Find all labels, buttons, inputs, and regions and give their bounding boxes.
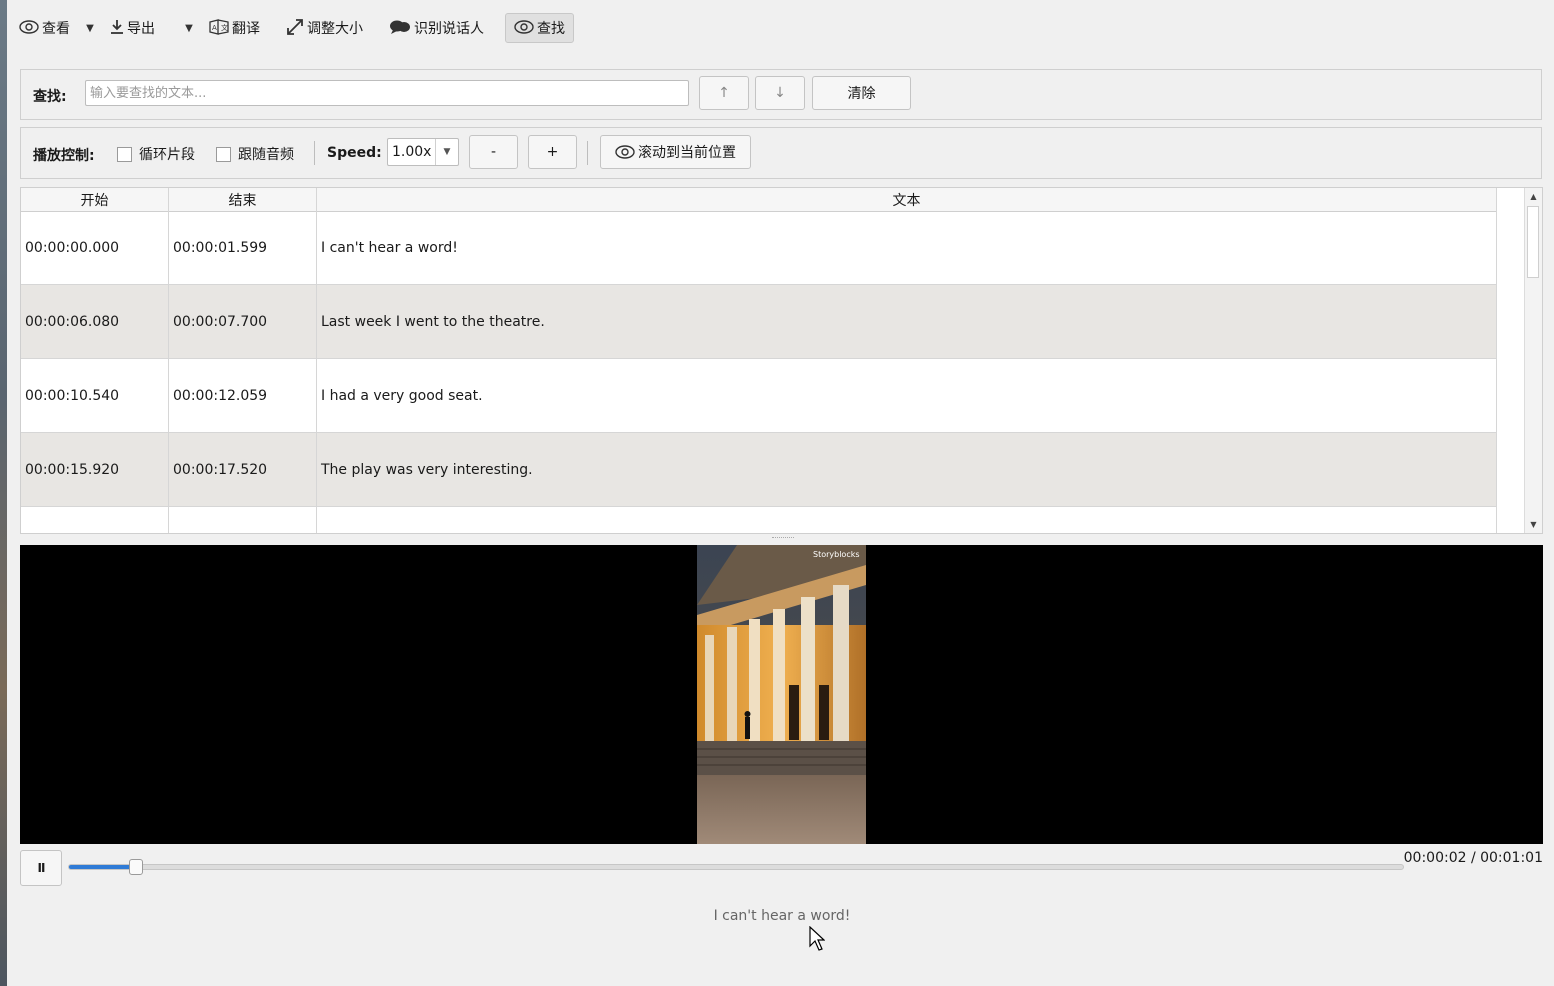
cell-end[interactable] (169, 507, 317, 533)
view-label: 查看 (42, 21, 70, 37)
translate-icon: A文 (209, 18, 229, 38)
mouse-cursor-icon (809, 925, 826, 956)
playback-control-panel: 播放控制: 循环片段 跟随音频 Speed: 1.00x ▼ - + 滚动到当前… (20, 127, 1542, 179)
table-body: 00:00:00.000 00:00:01.599 I can't hear a… (21, 211, 1497, 533)
resize-icon (286, 18, 304, 39)
svg-text:文: 文 (221, 23, 228, 32)
cell-end[interactable]: 00:00:17.520 (169, 433, 317, 506)
app-window: 查看 ▼ 导出 ▼ A文 翻译 调整大小 识别说话人 查找 查找: 输入要查找的… (0, 0, 1554, 986)
view-dropdown-chevron-down-icon[interactable]: ▼ (79, 14, 101, 42)
pause-button[interactable]: II (20, 850, 62, 886)
translate-button[interactable]: A文 翻译 (200, 13, 269, 43)
speed-label: Speed: (327, 145, 382, 161)
cell-start[interactable]: 00:00:00.000 (21, 211, 169, 284)
seek-handle[interactable] (128, 859, 143, 875)
table-header: 开始 结束 文本 (21, 188, 1497, 212)
checkbox-box (117, 146, 132, 162)
minus-label: - (490, 144, 497, 160)
video-player[interactable]: Storyblocks (20, 545, 1543, 844)
desktop-background-strip (0, 0, 7, 986)
cell-text[interactable] (317, 507, 1497, 533)
pause-icon: II (37, 861, 46, 875)
cell-text[interactable]: The play was very interesting. (317, 433, 1497, 506)
clear-button[interactable]: 清除 (812, 76, 911, 110)
column-header-end[interactable]: 结束 (169, 188, 317, 211)
table-row[interactable]: 00:00:00.000 00:00:01.599 I can't hear a… (21, 211, 1497, 285)
cell-start[interactable]: 00:00:10.540 (21, 359, 169, 432)
current-subtitle: I can't hear a word! (713, 908, 851, 924)
seek-progress-fill (69, 865, 136, 869)
speed-select[interactable]: 1.00x ▼ (387, 138, 459, 166)
identify-speaker-button[interactable]: 识别说话人 (380, 13, 493, 43)
table-row[interactable]: 00:00:10.540 00:00:12.059 I had a very g… (21, 359, 1497, 433)
table-row[interactable] (21, 507, 1497, 533)
column-header-start[interactable]: 开始 (21, 188, 169, 211)
resize-label: 调整大小 (307, 21, 363, 37)
cell-start[interactable] (21, 507, 169, 533)
follow-audio-checkbox[interactable]: 跟随音频 (216, 144, 294, 164)
loop-segment-checkbox[interactable]: 循环片段 (117, 144, 195, 164)
chevron-down-icon: ▼ (435, 139, 458, 165)
view-button[interactable]: 查看 (10, 13, 79, 43)
playback-label: 播放控制: (33, 148, 95, 164)
table-row[interactable]: 00:00:06.080 00:00:07.700 Last week I we… (21, 285, 1497, 359)
cell-end[interactable]: 00:00:12.059 (169, 359, 317, 432)
export-dropdown-chevron-down-icon[interactable]: ▼ (178, 14, 200, 42)
find-next-button[interactable]: ↓ (755, 76, 805, 110)
video-frame: Storyblocks (697, 545, 866, 844)
svg-text:A: A (212, 24, 217, 32)
scroll-down-icon[interactable]: ▼ (1525, 516, 1542, 533)
find-previous-button[interactable]: ↑ (699, 76, 749, 110)
svg-text:Storyblocks: Storyblocks (813, 550, 860, 559)
search-label: 查找: (33, 89, 67, 105)
find-label: 查找 (537, 21, 565, 37)
speed-value: 1.00x (392, 144, 432, 160)
translate-label: 翻译 (232, 21, 260, 37)
cell-text[interactable]: Last week I went to the theatre. (317, 285, 1497, 358)
table-row[interactable]: 00:00:15.920 00:00:17.520 The play was v… (21, 433, 1497, 507)
download-icon (110, 19, 124, 38)
find-toggle-button[interactable]: 查找 (505, 13, 574, 43)
plus-label: + (546, 144, 559, 160)
seek-slider[interactable] (68, 859, 1404, 875)
export-label: 导出 (127, 21, 155, 37)
checkbox-box (216, 146, 231, 162)
clear-label: 清除 (847, 86, 876, 102)
cell-text[interactable]: I had a very good seat. (317, 359, 1497, 432)
search-input[interactable] (85, 80, 689, 106)
scroll-to-current-button[interactable]: 滚动到当前位置 (600, 135, 751, 169)
eye-icon (19, 19, 39, 37)
follow-audio-label: 跟随音频 (238, 147, 294, 163)
cell-start[interactable]: 00:00:06.080 (21, 285, 169, 358)
scrollbar-thumb[interactable] (1527, 206, 1539, 278)
resize-button[interactable]: 调整大小 (277, 13, 372, 43)
splitter-handle[interactable] (772, 537, 794, 541)
cell-end[interactable]: 00:00:01.599 (169, 211, 317, 284)
vertical-scrollbar[interactable]: ▲ ▼ (1524, 188, 1542, 533)
arrow-up-icon: ↑ (718, 85, 730, 101)
divider (587, 141, 588, 165)
loop-segment-label: 循环片段 (139, 147, 195, 163)
speech-bubble-icon (389, 19, 411, 38)
cell-end[interactable]: 00:00:07.700 (169, 285, 317, 358)
speed-increase-button[interactable]: + (528, 135, 577, 169)
export-button[interactable]: 导出 (101, 13, 164, 43)
eye-icon (615, 145, 635, 159)
search-panel: 查找: ↑ ↓ 清除 (20, 69, 1542, 120)
subtitle-table: 开始 结束 文本 00:00:00.000 00:00:01.599 I can… (20, 187, 1543, 534)
column-header-text[interactable]: 文本 (317, 188, 1497, 211)
identify-speaker-label: 识别说话人 (414, 21, 484, 37)
scroll-up-icon[interactable]: ▲ (1525, 188, 1542, 205)
scroll-to-current-label: 滚动到当前位置 (638, 145, 736, 161)
eye-icon (514, 19, 534, 37)
time-display: 00:00:02 / 00:01:01 (1403, 850, 1543, 866)
divider (314, 141, 315, 165)
arrow-down-icon: ↓ (774, 85, 786, 101)
speed-decrease-button[interactable]: - (469, 135, 518, 169)
cell-text[interactable]: I can't hear a word! (317, 211, 1497, 284)
toolbar: 查看 ▼ 导出 ▼ A文 翻译 调整大小 识别说话人 查找 (10, 10, 574, 46)
cell-start[interactable]: 00:00:15.920 (21, 433, 169, 506)
theatre-building-image: Storyblocks (697, 545, 866, 844)
